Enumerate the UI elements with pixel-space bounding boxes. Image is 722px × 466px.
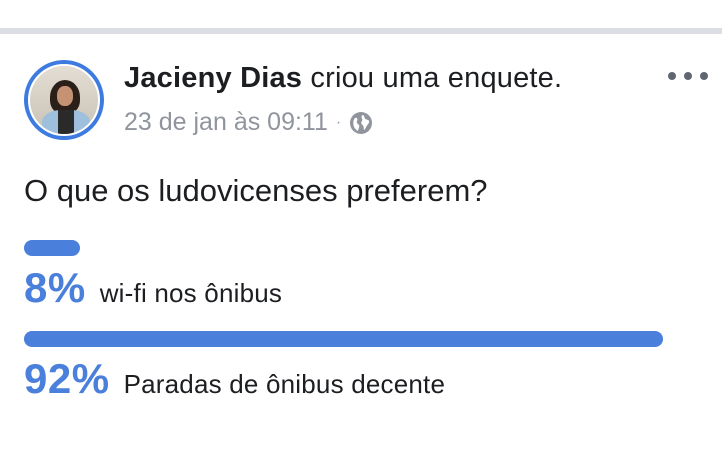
author-action: criou uma enquete. <box>302 62 563 94</box>
poll-bar-fill <box>24 331 663 347</box>
poll-bar-track <box>24 331 664 347</box>
poll-question: O que os ludovicenses preferem? <box>24 173 488 208</box>
more-options-icon[interactable] <box>668 66 708 86</box>
timestamp-link[interactable]: 23 de jan às 09:11 <box>124 108 328 137</box>
post-page: Jacieny Dias criou uma enquete. 23 de ja… <box>0 0 722 466</box>
author-name-link[interactable]: Jacieny Dias <box>124 62 302 94</box>
poll-percent: 92% <box>24 355 110 402</box>
avatar[interactable] <box>24 60 104 140</box>
top-divider <box>0 28 722 34</box>
post-meta: 23 de jan às 09:11 · <box>124 108 373 137</box>
avatar-photo <box>28 64 100 136</box>
author-line: Jacieny Dias criou uma enquete. <box>124 62 562 95</box>
post-header: Jacieny Dias criou uma enquete. 23 de ja… <box>24 58 722 148</box>
poll-option[interactable]: 92% Paradas de ônibus decente <box>24 331 684 403</box>
poll-percent: 8% <box>24 264 86 311</box>
meta-separator: · <box>335 113 342 131</box>
poll-option-label: wi-fi nos ônibus <box>99 278 283 308</box>
poll-result: 92% Paradas de ônibus decente <box>24 355 684 403</box>
poll-result: 8% wi-fi nos ônibus <box>24 264 684 312</box>
poll-bar-track <box>24 240 664 256</box>
poll-option-label: Paradas de ônibus decente <box>123 369 446 399</box>
poll-bar-fill <box>24 240 80 256</box>
globe-icon[interactable] <box>349 111 373 135</box>
poll-option[interactable]: 8% wi-fi nos ônibus <box>24 240 684 312</box>
